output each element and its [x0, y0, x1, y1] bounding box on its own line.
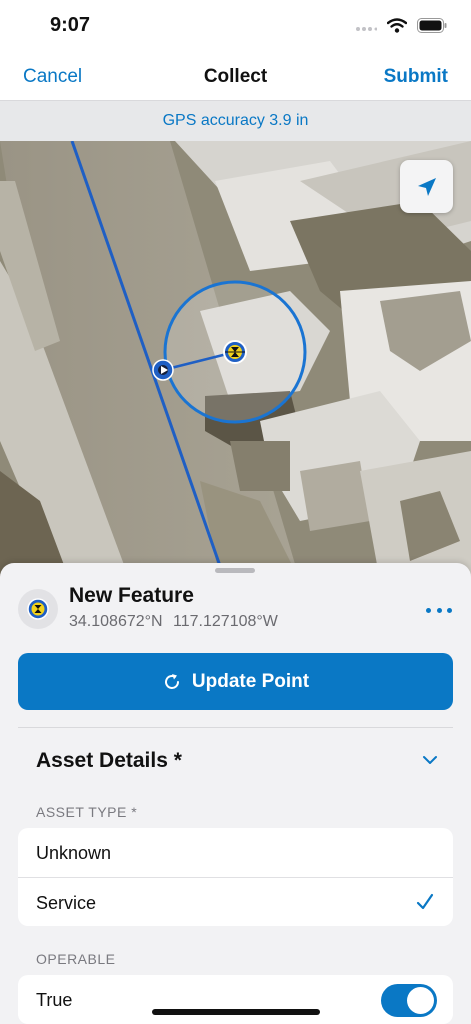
feature-latitude: 34.108672°N [69, 613, 163, 630]
status-icons [355, 18, 447, 33]
signal-icon [356, 26, 377, 31]
feature-title: New Feature [69, 584, 194, 607]
operable-row: True [18, 975, 453, 1024]
feature-longitude: 117.127108°W [173, 613, 278, 630]
operable-label: OPERABLE [36, 951, 116, 967]
feature-symbol-icon [27, 598, 49, 620]
ellipsis-icon [426, 607, 431, 613]
wifi-icon [387, 18, 407, 33]
sheet-grabber[interactable] [215, 568, 255, 573]
feature-symbol [18, 589, 58, 629]
location-arrow-icon [417, 177, 436, 196]
asset-type-label: ASSET TYPE * [36, 804, 138, 820]
feature-coordinates: 34.108672°N 117.127108°W [69, 613, 278, 631]
toggle-knob [407, 987, 434, 1014]
divider [18, 727, 453, 728]
operable-toggle[interactable] [381, 984, 437, 1017]
update-point-button[interactable]: Update Point [18, 653, 453, 710]
status-time: 9:07 [50, 14, 91, 36]
more-options-button[interactable] [426, 605, 452, 615]
feature-sheet: New Feature 34.108672°N 117.127108°W Upd… [0, 563, 471, 1024]
refresh-icon [164, 673, 179, 689]
option-label: Unknown [36, 843, 112, 863]
asset-type-option-unknown[interactable]: Unknown [18, 828, 453, 877]
gps-accuracy-banner: GPS accuracy 3.9 in [0, 101, 471, 141]
operable-group: True [18, 975, 453, 1024]
option-label: Service [36, 893, 97, 913]
ellipsis-dot [447, 607, 452, 613]
operable-value-label: True [36, 990, 73, 1010]
asset-type-options: Unknown Service [18, 828, 453, 926]
submit-button[interactable]: Submit [384, 66, 448, 88]
checkmark-icon [416, 893, 434, 910]
ellipsis-dot [436, 607, 442, 613]
chevron-down-icon[interactable] [421, 754, 439, 766]
battery-icon [417, 18, 447, 33]
navigation-bar: Cancel Collect Submit [0, 54, 471, 101]
status-bar: 9:07 [0, 0, 471, 54]
locate-button[interactable] [400, 160, 453, 213]
home-indicator[interactable] [152, 1009, 320, 1015]
asset-details-title[interactable]: Asset Details * [36, 749, 182, 773]
update-point-label: Update Point [191, 670, 310, 692]
map-view[interactable] [0, 141, 471, 581]
asset-type-option-service[interactable]: Service [18, 877, 453, 926]
